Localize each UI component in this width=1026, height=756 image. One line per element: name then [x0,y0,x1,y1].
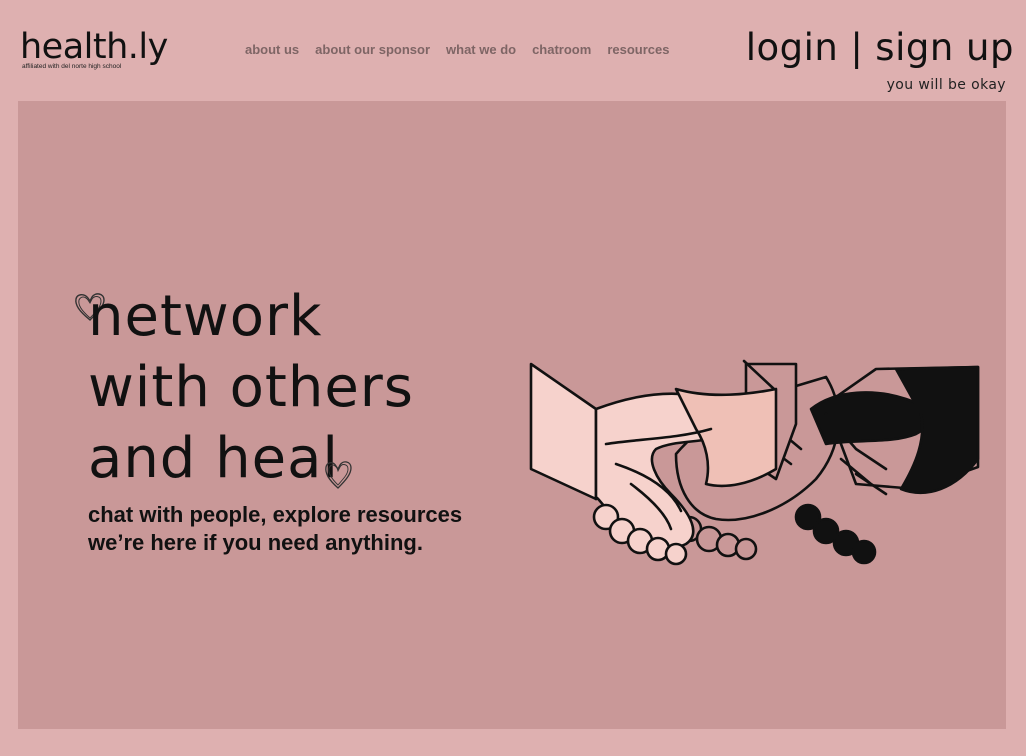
hero-title-line: and heal [88,426,339,491]
main-nav: about us about our sponsor what we do ch… [245,42,685,57]
hero-panel: network with others and heal chat with p… [18,101,1006,729]
hero-title-line: network [88,284,323,349]
nav-about-us[interactable]: about us [245,42,299,57]
handshake-illustration [496,249,986,574]
site-header: health.ly affiliated with del norte high… [0,0,1026,100]
hero-subtitle-line: chat with people, explore resources [88,502,463,527]
signup-link[interactable]: sign up [875,26,1014,69]
hero-subtitle-line: we’re here if you need anything. [88,530,423,555]
logo-text[interactable]: health.ly [20,28,168,66]
heart-outline-icon [323,458,353,495]
nav-resources[interactable]: resources [607,42,669,57]
nav-about-our-sponsor[interactable]: about our sponsor [315,42,430,57]
hero-subtitle: chat with people, explore resources we’r… [88,501,512,557]
nav-chatroom[interactable]: chatroom [532,42,591,57]
hero-title: network with others and heal [88,281,414,494]
hero-title-line: with others [88,355,414,420]
auth-separator: | [850,26,864,69]
login-link[interactable]: login [746,26,839,69]
auth-links: login | sign up [746,26,1014,69]
tagline: you will be okay [886,77,1006,93]
logo[interactable]: health.ly affiliated with del norte high… [20,28,168,70]
nav-what-we-do[interactable]: what we do [446,42,516,57]
